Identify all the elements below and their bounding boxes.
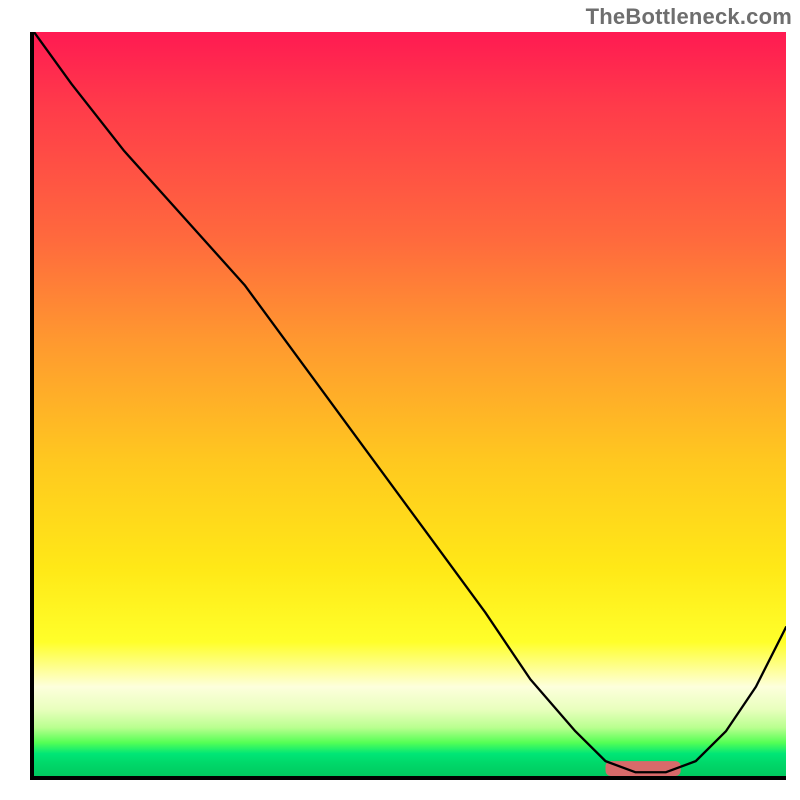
attribution-text: TheBottleneck.com xyxy=(586,4,792,30)
optimal-range-marker xyxy=(606,761,681,776)
bottleneck-curve xyxy=(34,32,786,772)
plot-overlay xyxy=(34,32,786,776)
chart-wrapper: TheBottleneck.com xyxy=(0,0,800,800)
plot-area xyxy=(30,32,786,780)
